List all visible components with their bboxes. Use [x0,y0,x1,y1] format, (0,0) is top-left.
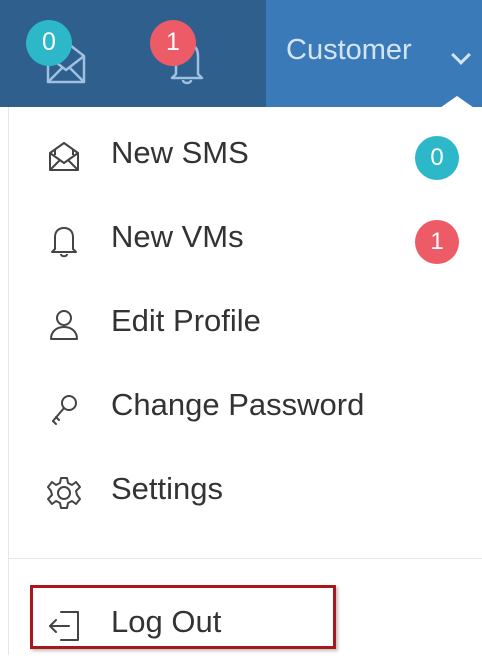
menu-item-settings[interactable]: Settings [9,457,482,527]
menu-item-label: New SMS [111,135,249,170]
new-sms-count-badge: 0 [415,136,459,180]
top-navbar: 0 1 Customer [0,0,482,107]
chevron-down-icon [451,45,471,65]
menu-item-label: New VMs [111,219,244,254]
bell-icon [45,222,83,260]
menu-item-new-sms[interactable]: New SMS 0 [9,121,482,191]
logout-icon [45,607,83,645]
menu-item-label: Settings [111,471,224,506]
menu-divider [9,558,482,559]
notifications-button[interactable]: 1 [140,20,220,90]
notifications-count-badge: 1 [150,20,196,66]
menu-item-label: Log Out [111,604,222,639]
menu-item-log-out[interactable]: Log Out [9,590,482,660]
user-icon [45,306,83,344]
menu-item-new-vms[interactable]: New VMs 1 [9,205,482,275]
menu-item-edit-profile[interactable]: Edit Profile [9,289,482,359]
messages-button[interactable]: 0 [20,20,100,90]
user-menu-label: Customer [286,34,412,66]
gear-icon [45,474,83,512]
sms-envelope-icon [45,138,83,176]
messages-count-badge: 0 [26,20,72,66]
key-icon [45,390,83,428]
menu-item-label: Change Password [111,387,365,422]
user-dropdown-menu: New SMS 0 New VMs 1 Edit Profile Change … [8,107,482,655]
menu-item-label: Edit Profile [111,303,261,338]
user-menu-toggle[interactable]: Customer [266,0,482,107]
menu-item-change-password[interactable]: Change Password [9,373,482,443]
new-vms-count-badge: 1 [415,220,459,264]
